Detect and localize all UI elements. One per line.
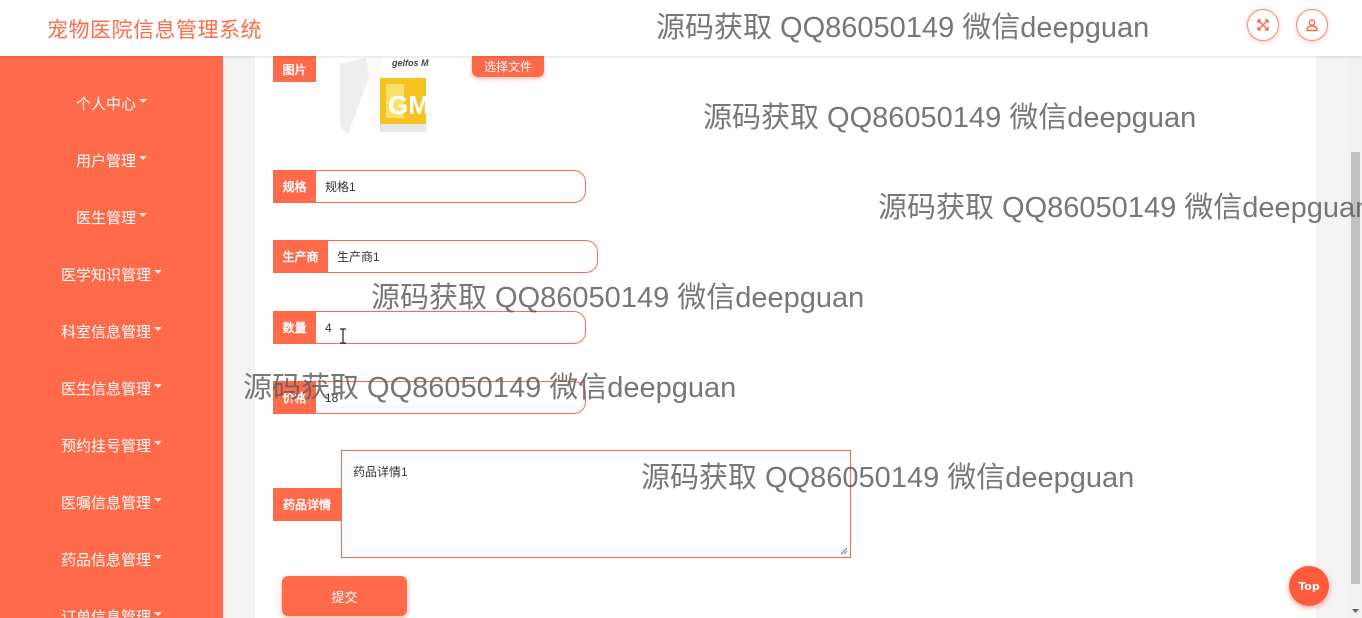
caret-down-icon [154, 498, 162, 502]
sidebar-item-label: 科室信息管理 [60, 322, 151, 341]
manufacturer-label: 生产商 [273, 240, 328, 273]
caret-down-icon [154, 441, 162, 445]
scroll-down-arrow-icon[interactable] [1350, 606, 1361, 616]
sidebar-item-medical-orders[interactable]: 医嘱信息管理 [0, 482, 223, 522]
sidebar-item-label: 药品信息管理 [60, 550, 151, 569]
medicine-box-image: gelfos M GM [340, 56, 430, 134]
sidebar-item-medical-knowledge[interactable]: 医学知识管理 [0, 254, 223, 294]
svg-text:GM: GM [388, 90, 430, 120]
caret-down-icon [154, 384, 162, 388]
caret-down-icon [154, 327, 162, 331]
details-label: 药品详情 [273, 488, 341, 521]
caret-down-icon [154, 612, 162, 616]
sidebar-item-label: 订单信息管理 [60, 607, 151, 618]
fullscreen-button[interactable] [1247, 9, 1279, 41]
price-input[interactable]: 18 [316, 381, 586, 414]
details-text: 药品详情1 [353, 465, 408, 479]
user-icon [1306, 19, 1318, 32]
sidebar-item-label: 医学知识管理 [60, 265, 151, 284]
price-label: 价格 [273, 381, 316, 414]
user-button[interactable] [1296, 9, 1328, 41]
sidebar-item-medicines[interactable]: 药品信息管理 [0, 539, 223, 579]
sidebar-item-label: 个人中心 [75, 94, 136, 113]
manufacturer-input[interactable]: 生产商1 [328, 240, 598, 273]
sidebar-item-orders[interactable]: 订单信息管理 [0, 596, 223, 618]
sidebar-item-label: 医嘱信息管理 [60, 493, 151, 512]
sidebar-item-departments[interactable]: 科室信息管理 [0, 311, 223, 351]
sidebar: 个人中心 用户管理 医生管理 医学知识管理 科室信息管理 医生信息管理 预约挂号… [0, 56, 223, 618]
resize-grip-icon[interactable] [840, 547, 848, 555]
quantity-label: 数量 [273, 311, 316, 344]
sidebar-item-appointments[interactable]: 预约挂号管理 [0, 425, 223, 465]
submit-button[interactable]: 提交 [282, 576, 407, 616]
caret-down-icon [154, 555, 162, 559]
spec-input[interactable]: 规格1 [316, 170, 586, 203]
sidebar-item-label: 医生管理 [75, 208, 136, 227]
details-textarea[interactable]: 药品详情1 [341, 450, 851, 558]
sidebar-item-label: 医生信息管理 [60, 379, 151, 398]
svg-text:gelfos M: gelfos M [391, 58, 429, 68]
top-header: 宠物医院信息管理系统 [0, 0, 1362, 56]
scrollbar-thumb[interactable] [1351, 152, 1360, 584]
sidebar-item-label: 用户管理 [75, 151, 136, 170]
sidebar-item-users[interactable]: 用户管理 [0, 140, 223, 180]
expand-icon [1257, 19, 1269, 31]
spec-label: 规格 [273, 170, 316, 203]
app-title: 宠物医院信息管理系统 [47, 18, 262, 42]
caret-down-icon [139, 213, 147, 217]
image-label: 图片 [273, 56, 316, 82]
medicine-thumbnail: gelfos M GM [336, 56, 430, 134]
caret-down-icon [139, 156, 147, 160]
caret-down-icon [154, 270, 162, 274]
back-to-top-button[interactable]: Top [1289, 566, 1329, 606]
sidebar-item-doctor-info[interactable]: 医生信息管理 [0, 368, 223, 408]
caret-down-icon [139, 99, 147, 103]
text-cursor-icon [340, 328, 346, 344]
sidebar-item-doctors[interactable]: 医生管理 [0, 197, 223, 237]
quantity-input[interactable]: 4 [316, 311, 586, 344]
sidebar-item-label: 预约挂号管理 [60, 436, 151, 455]
sidebar-item-personal-center[interactable]: 个人中心 [0, 83, 223, 123]
choose-file-button[interactable]: 选择文件 [472, 56, 544, 77]
